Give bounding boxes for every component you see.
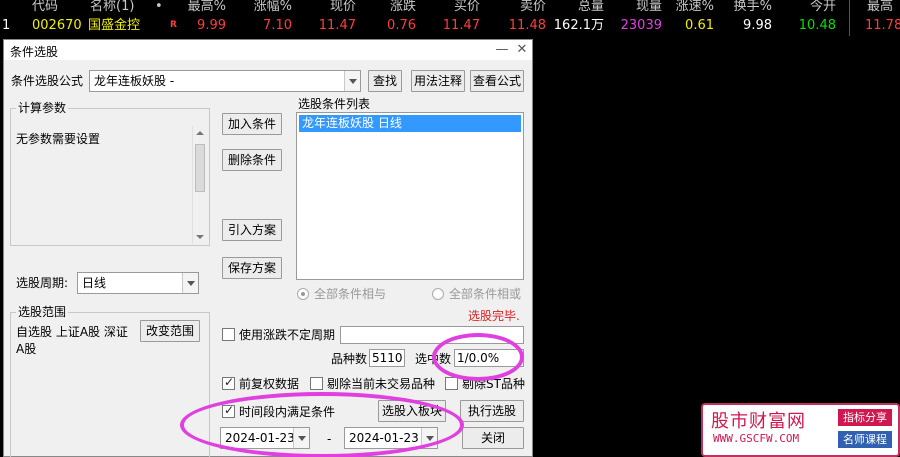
scroll-thumb[interactable] [195, 144, 205, 192]
exclude-untraded-label: 剔除当前未交易品种 [327, 377, 436, 391]
header-name[interactable]: 名称(1) [90, 0, 134, 16]
period-select[interactable]: 日线 [77, 272, 199, 294]
usage-notes-button[interactable]: 用法注释 [411, 70, 465, 92]
row-max-pct: 9.99 [197, 18, 226, 33]
watermark-logo: 股市财富网 WWW.GSCFW.COM 指标分享 名师课程 [701, 403, 900, 457]
quote-row[interactable]: 1 002670 国盛金控 R 9.99 7.10 11.47 0.76 11.… [0, 17, 900, 35]
header-dot: • [155, 0, 163, 14]
watermark-main: 股市财富网 [711, 411, 806, 432]
watermark-tag-share: 指标分享 [838, 409, 892, 426]
chevron-down-icon[interactable] [344, 71, 360, 91]
watermark-url: WWW.GSCFW.COM [713, 432, 800, 445]
variety-count-label: 品种数 [331, 352, 368, 366]
all-or-radio[interactable] [432, 288, 444, 300]
import-plan-button[interactable]: 引入方案 [222, 219, 282, 241]
condition-list[interactable]: 龙年连板妖股 日线 [296, 112, 524, 280]
header-bid[interactable]: 买价 [432, 0, 480, 16]
params-title: 计算参数 [16, 101, 69, 115]
header-cur-vol[interactable]: 现量 [612, 0, 662, 16]
close-icon[interactable]: ✕ [514, 42, 530, 58]
formula-label: 条件选股公式 [11, 74, 84, 88]
delete-condition-button[interactable]: 删除条件 [222, 149, 282, 171]
all-and-radio[interactable] [297, 288, 309, 300]
formula-select[interactable]: 龙年连板妖股 - [89, 70, 361, 92]
params-text: 无参数需要设置 [16, 132, 101, 146]
change-range-button[interactable]: 改变范围 [140, 320, 200, 342]
add-condition-button[interactable]: 加入条件 [222, 113, 282, 135]
formula-select-value: 龙年连板妖股 - [94, 74, 175, 88]
row-price: 11.47 [318, 18, 356, 33]
row-index: 1 [2, 18, 11, 33]
list-item[interactable]: 龙年连板妖股 日线 [299, 115, 521, 132]
header-speed[interactable]: 涨速% [664, 0, 714, 16]
pre-adjust-label: 前复权数据 [239, 377, 300, 391]
header-volume[interactable]: 总量 [556, 0, 604, 16]
header-open[interactable]: 今开 [786, 0, 836, 16]
all-or-label: 全部条件相或 [449, 287, 522, 301]
close-button[interactable]: 关闭 [462, 427, 524, 449]
params-scrollbar[interactable] [192, 126, 207, 244]
status-text: 选股完毕. [468, 309, 520, 323]
range-text: 自选股 上证A股 深证A股 [16, 325, 128, 356]
row-code: 002670 [32, 18, 82, 33]
execute-select-button[interactable]: 执行选股 [460, 400, 524, 422]
params-group [10, 108, 210, 246]
uncertain-period-checkbox[interactable] [222, 328, 235, 341]
screen: 代码 名称(1) • 最高% 涨幅% 现价 涨跌 买价 卖价 总量 现量 涨速%… [0, 0, 900, 457]
row-bid: 11.47 [442, 18, 480, 33]
period-select-value: 日线 [82, 276, 107, 290]
row-volume: 162.1万 [553, 18, 604, 33]
range-title: 选股范围 [16, 305, 69, 319]
row-cur-vol: 23039 [620, 18, 662, 33]
chevron-down-icon[interactable] [182, 273, 198, 293]
header-change[interactable]: 涨跌 [368, 0, 416, 16]
variety-count-value: 5110 [369, 349, 405, 367]
row-change: 0.76 [387, 18, 416, 33]
dialog-titlebar[interactable]: 条件选股 — ✕ [4, 40, 532, 60]
highlight-ring-selected [432, 333, 524, 381]
row-flag-badge: R [170, 20, 177, 30]
condition-list-title: 选股条件列表 [298, 97, 371, 111]
row-speed: 0.61 [685, 18, 714, 33]
row-open: 10.48 [798, 18, 836, 33]
scroll-down-icon[interactable] [196, 235, 204, 239]
save-plan-button[interactable]: 保存方案 [222, 257, 282, 279]
minimize-icon[interactable]: — [494, 42, 510, 58]
uncertain-period-label: 使用涨跌不定周期 [239, 328, 336, 342]
all-and-label: 全部条件相与 [314, 287, 387, 301]
watermark-tag-course: 名师课程 [838, 431, 892, 448]
header-price[interactable]: 现价 [308, 0, 356, 16]
quote-header-row: 代码 名称(1) • 最高% 涨幅% 现价 涨跌 买价 卖价 总量 现量 涨速%… [0, 0, 900, 16]
header-ask[interactable]: 卖价 [498, 0, 546, 16]
header-code[interactable]: 代码 [32, 0, 58, 16]
row-ask: 11.48 [508, 18, 546, 33]
header-change-pct[interactable]: 涨幅% [244, 0, 292, 16]
pre-adjust-checkbox[interactable] [222, 375, 235, 390]
view-formula-button[interactable]: 查看公式 [470, 70, 524, 92]
row-high: 11.78 [865, 18, 900, 33]
header-turnover[interactable]: 换手% [722, 0, 772, 16]
dialog-title: 条件选股 [10, 45, 59, 59]
exclude-untraded-checkbox[interactable] [310, 377, 323, 390]
header-max-pct[interactable]: 最高% [178, 0, 226, 16]
period-label: 选股周期: [16, 276, 69, 290]
row-change-pct: 7.10 [263, 18, 292, 33]
exclude-st-checkbox[interactable] [445, 377, 458, 390]
scroll-up-icon[interactable] [196, 131, 204, 135]
highlight-ring-dates [180, 392, 464, 457]
row-turnover: 9.98 [743, 18, 772, 33]
header-high[interactable]: 最高 [867, 0, 893, 16]
find-button[interactable]: 查找 [368, 70, 402, 92]
row-name: 国盛金控 [88, 18, 141, 33]
